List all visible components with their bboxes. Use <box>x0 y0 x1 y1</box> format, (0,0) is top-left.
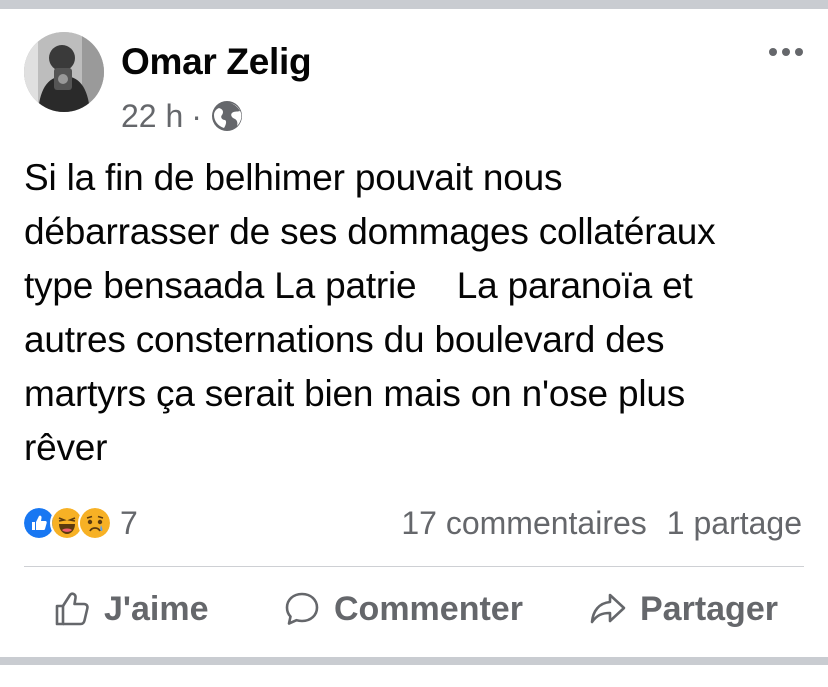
post-text-line: autres consternations du boulevard des <box>24 319 665 360</box>
reaction-count: 7 <box>120 504 138 541</box>
comment-button-label: Commenter <box>334 589 523 628</box>
shares-count-link[interactable]: 1 partage <box>667 505 802 542</box>
sad-reaction-icon <box>78 506 112 540</box>
feed-separator-top <box>0 0 828 9</box>
comment-button[interactable]: Commenter <box>282 584 523 634</box>
like-button-label: J'aime <box>104 589 209 628</box>
author-name[interactable]: Omar Zelig <box>121 41 312 83</box>
globe-icon <box>210 99 244 133</box>
post-text-line: rêver <box>24 427 108 468</box>
post-text-line: martyrs ça serait bien mais on n'ose plu… <box>24 373 686 414</box>
like-button[interactable]: J'aime <box>52 584 209 634</box>
share-icon <box>590 593 626 624</box>
meta-separator: · <box>191 97 202 134</box>
separator-bar <box>0 657 828 665</box>
feed-separator-bottom <box>0 657 828 687</box>
reactions-summary[interactable]: 7 <box>22 503 138 543</box>
comments-count-link[interactable]: 17 commentaires <box>401 505 646 542</box>
comment-icon <box>285 592 319 625</box>
more-options-icon[interactable] <box>766 40 806 64</box>
post-text: Si la fin de belhimer pouvait nous débar… <box>24 151 814 475</box>
share-button-label: Partager <box>640 589 778 628</box>
share-button[interactable]: Partager <box>588 584 778 634</box>
post-time[interactable]: 22 h <box>121 98 183 135</box>
post-actions: J'aime Commenter Partager <box>0 584 828 634</box>
post-stats: 17 commentaires 1 partage <box>401 503 802 543</box>
avatar[interactable] <box>24 32 104 112</box>
thumbs-up-icon <box>55 592 89 626</box>
post-text-line: débarrasser de ses dommages collatéraux <box>24 211 716 252</box>
avatar-image <box>24 32 104 112</box>
action-divider <box>24 566 804 567</box>
post-meta: 22 h · <box>121 96 244 136</box>
post-text-line: Si la fin de belhimer pouvait nous <box>24 157 563 198</box>
post-text-line: type bensaada La patrie La paranoïa et <box>24 265 693 306</box>
